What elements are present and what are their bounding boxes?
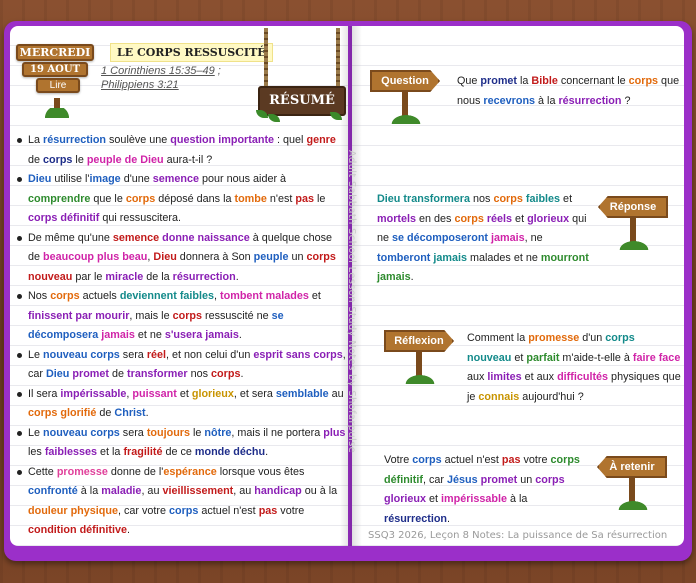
reponse-label: Réponse [598,196,668,218]
retenir-text: Votre corps actuel n'est pas votre corps… [384,454,580,525]
reponse-text: Dieu transformera nos corps faibles et m… [377,193,589,283]
grass-icon [618,240,650,250]
list-item: De même qu'une semence donne naissance à… [16,229,346,288]
reponse-sign: Réponse [598,196,670,252]
list-item: Le nouveau corps sera toujours le nôtre,… [16,424,346,463]
vertical-credit: Adult Sabbath School Lesson Study Notes … [346,150,357,454]
retenir-sign: À retenir [597,456,669,512]
reflexion-text: Comment la promesse d'un corps nouveau e… [467,332,681,403]
list-item: Le nouveau corps sera réel, et non celui… [16,346,346,385]
reflexion-sign: Réflexion [384,330,456,386]
list-item: Dieu utilise l'image d'une semence pour … [16,170,346,229]
list-item: La résurrection soulève une question imp… [16,131,346,170]
grass-icon [40,108,74,118]
list-item: Cette promesse donne de l'espérance lors… [16,463,346,541]
date-label: 19 AOUT [22,62,88,77]
chain-left [264,28,268,88]
summary-list: La résurrection soulève une question imp… [16,131,346,541]
resume-hanging-sign: RÉSUMÉ [256,28,350,122]
read-label: Lire [36,78,80,93]
day-signpost: MERCREDI 19 AOUT Lire [16,44,94,93]
footer-note: SSQ3 2026, Leçon 8 Notes: La puissance d… [368,530,668,541]
ref-link-2[interactable]: Philippiens 3:21 [101,79,179,91]
lesson-title: LE CORPS RESSUSCITÉ [110,43,273,62]
question-text: Que promet la Bible concernant le corps … [457,75,680,107]
scripture-reference: 1 Corinthiens 15:35–49 ; Philippiens 3:2… [101,65,221,91]
grass-icon [617,500,649,510]
question-sign: Question [370,70,442,126]
day-label: MERCREDI [16,44,94,61]
retenir-label: À retenir [597,456,667,478]
chain-right [336,28,340,88]
question-label: Question [370,70,440,92]
reflexion-label: Réflexion [384,330,454,352]
ref-link-1[interactable]: 1 Corinthiens 15:35–49 [101,65,215,77]
list-item: Il sera impérissable, puissant et glorie… [16,385,346,424]
grass-icon [404,374,436,384]
grass-icon [390,114,422,124]
list-item: Nos corps actuels deviennent faibles, to… [16,287,346,346]
